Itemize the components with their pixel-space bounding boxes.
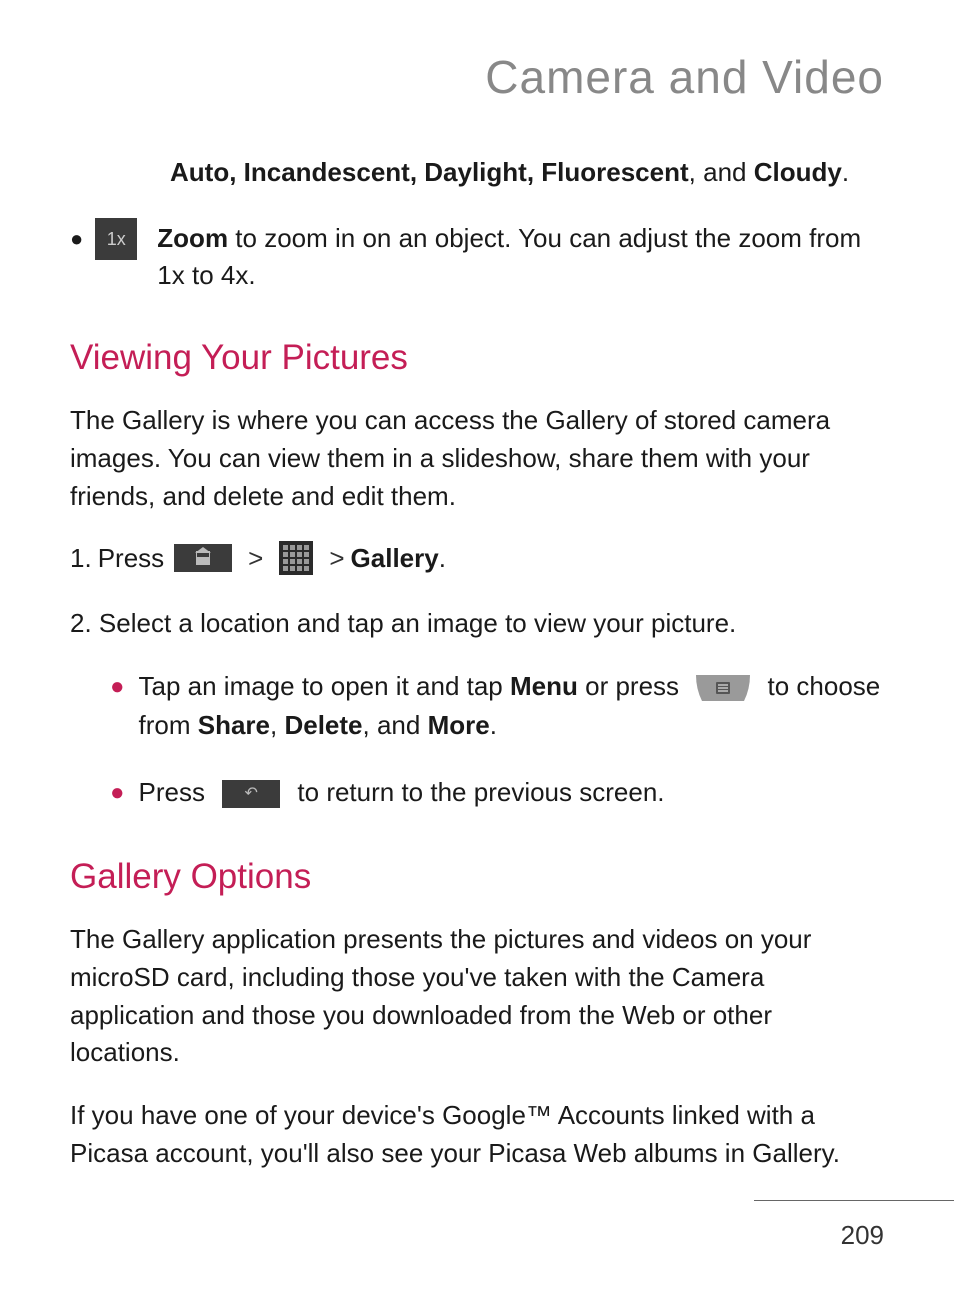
gallery-options-para2: If you have one of your device's Google™… (70, 1097, 884, 1172)
step-2: 2. Select a location and tap an image to… (70, 605, 884, 643)
zoom-1x-icon: 1x (95, 218, 137, 260)
menu-key-icon (694, 673, 752, 703)
gallery-options-heading: Gallery Options (70, 852, 884, 901)
back-key-icon (222, 780, 280, 808)
bullet-icon: ● (70, 224, 83, 255)
sub-bullet-back: ● Press to return to the previous screen… (110, 773, 884, 812)
bullet-icon: ● (110, 775, 125, 811)
page-title: Camera and Video (70, 50, 884, 104)
page-content: Auto, Incandescent, Daylight, Fluorescen… (70, 154, 884, 1172)
white-balance-options: Auto, Incandescent, Daylight, Fluorescen… (170, 154, 884, 190)
footer-line (754, 1200, 954, 1201)
zoom-item: ● 1x Zoom to zoom in on an object. You c… (70, 220, 884, 293)
gallery-description: The Gallery is where you can access the … (70, 402, 884, 515)
zoom-label: Zoom (157, 223, 228, 253)
home-key-icon (174, 544, 232, 572)
zoom-description: to zoom in on an object. You can adjust … (157, 223, 861, 289)
step-1: 1. Press > > Gallery. (70, 540, 884, 576)
page-number: 209 (841, 1220, 884, 1251)
bullet-icon: ● (110, 669, 125, 705)
viewing-pictures-heading: Viewing Your Pictures (70, 333, 884, 382)
sub-bullet-menu: ● Tap an image to open it and tap Menu o… (110, 667, 884, 745)
gallery-options-para1: The Gallery application presents the pic… (70, 921, 884, 1072)
apps-grid-icon (279, 541, 313, 575)
